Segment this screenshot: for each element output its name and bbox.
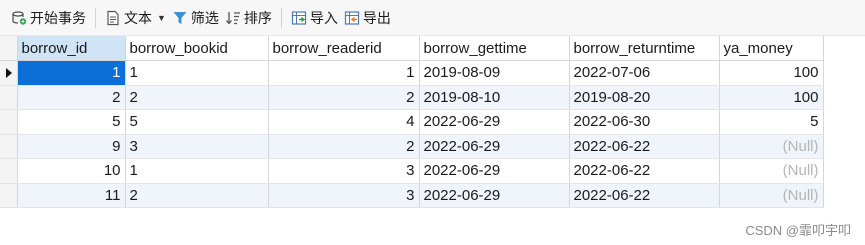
row-indicator[interactable] — [0, 134, 18, 159]
cell-borrow-id[interactable]: 9 — [17, 134, 126, 159]
import-icon — [291, 10, 307, 26]
import-label: 导入 — [309, 9, 338, 26]
cell-borrow-bookid[interactable]: 2 — [125, 183, 269, 208]
row-gutter-header — [0, 36, 18, 61]
table-row[interactable]: 10 1 3 2022-06-29 2022-06-22 (Null) — [0, 158, 824, 184]
cell-borrow-gettime[interactable]: 2019-08-09 — [419, 60, 570, 86]
cell-borrow-readerid[interactable]: 3 — [268, 183, 420, 208]
header-row: borrow_id borrow_bookid borrow_readerid … — [0, 36, 824, 61]
table-viewer: 开始事务 文本 ▼ 筛选 排序 导入 导出 borrow_id borrow_b… — [0, 0, 865, 245]
cell-borrow-bookid[interactable]: 1 — [125, 60, 269, 86]
cell-ya-money[interactable]: (Null) — [719, 158, 824, 184]
column-header-borrow-id[interactable]: borrow_id — [17, 36, 126, 61]
begin-transaction-button[interactable]: 开始事务 — [8, 6, 89, 30]
column-header-borrow-readerid[interactable]: borrow_readerid — [268, 36, 420, 61]
row-indicator[interactable] — [0, 158, 18, 184]
cell-ya-money[interactable]: (Null) — [719, 183, 824, 208]
cell-borrow-returntime[interactable]: 2022-06-22 — [569, 158, 720, 184]
sort-label: 排序 — [243, 9, 272, 26]
watermark: CSDN @霏叩宇叩 — [745, 223, 851, 238]
cell-borrow-id[interactable]: 5 — [17, 109, 126, 135]
table-row[interactable]: 1 1 1 2019-08-09 2022-07-06 100 — [0, 60, 824, 86]
row-indicator[interactable] — [0, 85, 18, 110]
import-button[interactable]: 导入 — [288, 6, 341, 30]
export-icon — [344, 10, 360, 26]
cell-borrow-bookid[interactable]: 5 — [125, 109, 269, 135]
text-view-label: 文本 — [124, 9, 152, 26]
document-icon — [105, 10, 121, 26]
export-label: 导出 — [362, 9, 391, 26]
funnel-icon — [172, 10, 188, 26]
cell-borrow-readerid[interactable]: 3 — [268, 158, 420, 184]
toolbar: 开始事务 文本 ▼ 筛选 排序 导入 导出 — [0, 0, 865, 36]
current-row-arrow-icon — [6, 67, 12, 78]
column-header-borrow-bookid[interactable]: borrow_bookid — [125, 36, 269, 61]
cell-borrow-returntime[interactable]: 2022-06-22 — [569, 134, 720, 159]
begin-transaction-label: 开始事务 — [30, 9, 86, 26]
cell-borrow-gettime[interactable]: 2022-06-29 — [419, 109, 570, 135]
cell-borrow-id[interactable]: 1 — [17, 60, 126, 86]
cell-borrow-id[interactable]: 11 — [17, 183, 126, 208]
cell-borrow-readerid[interactable]: 2 — [268, 134, 420, 159]
cell-borrow-gettime[interactable]: 2022-06-29 — [419, 158, 570, 184]
table-row[interactable]: 5 5 4 2022-06-29 2022-06-30 5 — [0, 109, 824, 135]
cell-borrow-returntime[interactable]: 2022-06-30 — [569, 109, 720, 135]
cell-ya-money[interactable]: (Null) — [719, 134, 824, 159]
cell-borrow-readerid[interactable]: 4 — [268, 109, 420, 135]
column-header-borrow-gettime[interactable]: borrow_gettime — [419, 36, 570, 61]
cell-borrow-readerid[interactable]: 1 — [268, 60, 420, 86]
filter-button[interactable]: 筛选 — [169, 6, 222, 30]
column-header-ya-money[interactable]: ya_money — [719, 36, 824, 61]
table-row[interactable]: 11 2 3 2022-06-29 2022-06-22 (Null) — [0, 183, 824, 208]
cell-borrow-id[interactable]: 10 — [17, 158, 126, 184]
cell-borrow-gettime[interactable]: 2019-08-10 — [419, 85, 570, 110]
text-view-button[interactable]: 文本 ▼ — [102, 6, 169, 30]
results-table: borrow_id borrow_bookid borrow_readerid … — [0, 36, 824, 208]
column-header-borrow-returntime[interactable]: borrow_returntime — [569, 36, 720, 61]
cell-borrow-id[interactable]: 2 — [17, 85, 126, 110]
cell-borrow-returntime[interactable]: 2022-06-22 — [569, 183, 720, 208]
cell-borrow-bookid[interactable]: 2 — [125, 85, 269, 110]
data-grid: borrow_id borrow_bookid borrow_readerid … — [0, 36, 824, 208]
transaction-icon — [11, 10, 27, 26]
chevron-down-icon[interactable]: ▼ — [157, 13, 166, 23]
cell-borrow-returntime[interactable]: 2019-08-20 — [569, 85, 720, 110]
cell-borrow-gettime[interactable]: 2022-06-29 — [419, 183, 570, 208]
cell-borrow-returntime[interactable]: 2022-07-06 — [569, 60, 720, 86]
cell-ya-money[interactable]: 5 — [719, 109, 824, 135]
row-indicator[interactable] — [0, 109, 18, 135]
sort-button[interactable]: 排序 — [222, 6, 275, 30]
export-button[interactable]: 导出 — [341, 6, 394, 30]
toolbar-divider — [95, 7, 96, 28]
cell-borrow-readerid[interactable]: 2 — [268, 85, 420, 110]
sort-icon — [225, 10, 241, 26]
cell-borrow-gettime[interactable]: 2022-06-29 — [419, 134, 570, 159]
table-row[interactable]: 2 2 2 2019-08-10 2019-08-20 100 — [0, 85, 824, 110]
cell-ya-money[interactable]: 100 — [719, 60, 824, 86]
toolbar-divider — [280, 7, 282, 28]
row-indicator[interactable] — [0, 60, 18, 86]
cell-borrow-bookid[interactable]: 1 — [125, 158, 269, 184]
cell-borrow-bookid[interactable]: 3 — [125, 134, 269, 159]
table-row[interactable]: 9 3 2 2022-06-29 2022-06-22 (Null) — [0, 134, 824, 159]
cell-ya-money[interactable]: 100 — [719, 85, 824, 110]
row-indicator[interactable] — [0, 183, 18, 208]
filter-label: 筛选 — [190, 9, 219, 26]
